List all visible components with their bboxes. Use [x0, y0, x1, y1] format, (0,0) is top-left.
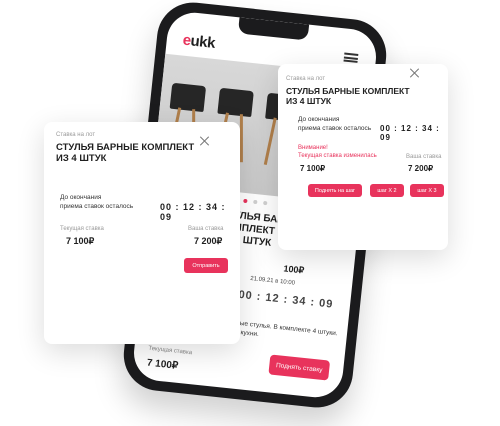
- current-bid-value: 7 100₽: [66, 236, 95, 246]
- close-icon[interactable]: [200, 136, 210, 146]
- time-left-line1: До окончания: [60, 194, 102, 201]
- phone-current-bid-label: Текущая ставка: [148, 345, 193, 357]
- step-x3-button[interactable]: шаг Х 3: [410, 184, 444, 197]
- modal-title-line2: ИЗ 4 ШТУК: [286, 96, 332, 106]
- slider-dot[interactable]: [253, 199, 258, 205]
- your-bid-value: 7 200₽: [408, 164, 434, 173]
- modal-title: СТУЛЬЯ БАРНЫЕ КОМПЛЕКТ ИЗ 4 ШТУК: [56, 142, 194, 164]
- your-bid-label: Ваша ставка: [188, 226, 224, 232]
- brand-logo[interactable]: eukk: [182, 32, 216, 52]
- raise-step-button[interactable]: Поднять на шаг: [308, 184, 362, 197]
- phone-start-price: 100₽: [283, 263, 305, 276]
- submit-bid-button[interactable]: Отправить: [184, 258, 228, 273]
- slider-dot[interactable]: [263, 200, 268, 206]
- phone-current-bid-value: 7 100₽: [146, 357, 179, 372]
- time-left-label: До окончания приема ставок осталось: [60, 194, 133, 211]
- phone-timer: 00 : 12 : 34 : 09: [237, 288, 334, 311]
- countdown-timer: 00 : 12 : 34 : 09: [380, 124, 440, 142]
- time-left-line2: приема ставок осталось: [60, 202, 134, 210]
- modal-tag: Ставка на лот: [56, 132, 96, 138]
- menu-icon[interactable]: [343, 52, 359, 63]
- countdown-timer: 00 : 12 : 34 : 09: [160, 202, 226, 222]
- modal-tag: Ставка на лот: [286, 76, 326, 82]
- time-left-line1: До окончания: [298, 116, 340, 123]
- close-icon[interactable]: [410, 68, 420, 78]
- slider-dot[interactable]: [243, 198, 248, 204]
- modal-title-line2: ИЗ 4 ШТУК: [56, 153, 107, 164]
- modal-title-line1: СТУЛЬЯ БАРНЫЕ КОМПЛЕКТ: [56, 142, 195, 153]
- stage: eukk СТУЛЬЯ БАРНЫЕ КОМПЛЕКТ ИЗ 4 ШТУК 10…: [0, 0, 500, 426]
- step-x2-button[interactable]: шаг Х 2: [370, 184, 404, 197]
- time-left-line2: приема ставок осталось: [298, 124, 372, 132]
- phone-notch: [237, 17, 310, 41]
- modal-title-line1: СТУЛЬЯ БАРНЫЕ КОМПЛЕКТ: [286, 86, 410, 96]
- your-bid-value: 7 200₽: [194, 236, 223, 246]
- bid-changed-warning: Внимание! Текущая ставка изменилась: [298, 144, 377, 160]
- current-bid-value: 7 100₽: [300, 164, 326, 173]
- time-left-label: До окончания приема ставок осталось: [298, 116, 371, 133]
- logo-suffix: ukk: [189, 32, 216, 52]
- warning-text: Текущая ставка изменилась: [298, 153, 377, 159]
- bid-modal: Ставка на лот СТУЛЬЯ БАРНЫЕ КОМПЛЕКТ ИЗ …: [44, 122, 240, 344]
- phone-date: 21.09.21 в 10:00: [249, 275, 296, 287]
- bid-modal-warning: Ставка на лот СТУЛЬЯ БАРНЫЕ КОМПЛЕКТ ИЗ …: [278, 64, 448, 250]
- warning-title: Внимание!: [298, 145, 328, 151]
- raise-bid-button[interactable]: Поднять ставку: [268, 354, 331, 381]
- modal-title: СТУЛЬЯ БАРНЫЕ КОМПЛЕКТ ИЗ 4 ШТУК: [286, 86, 410, 106]
- current-bid-label: Текущая ставка: [60, 226, 104, 232]
- your-bid-label: Ваша ставка: [406, 154, 442, 160]
